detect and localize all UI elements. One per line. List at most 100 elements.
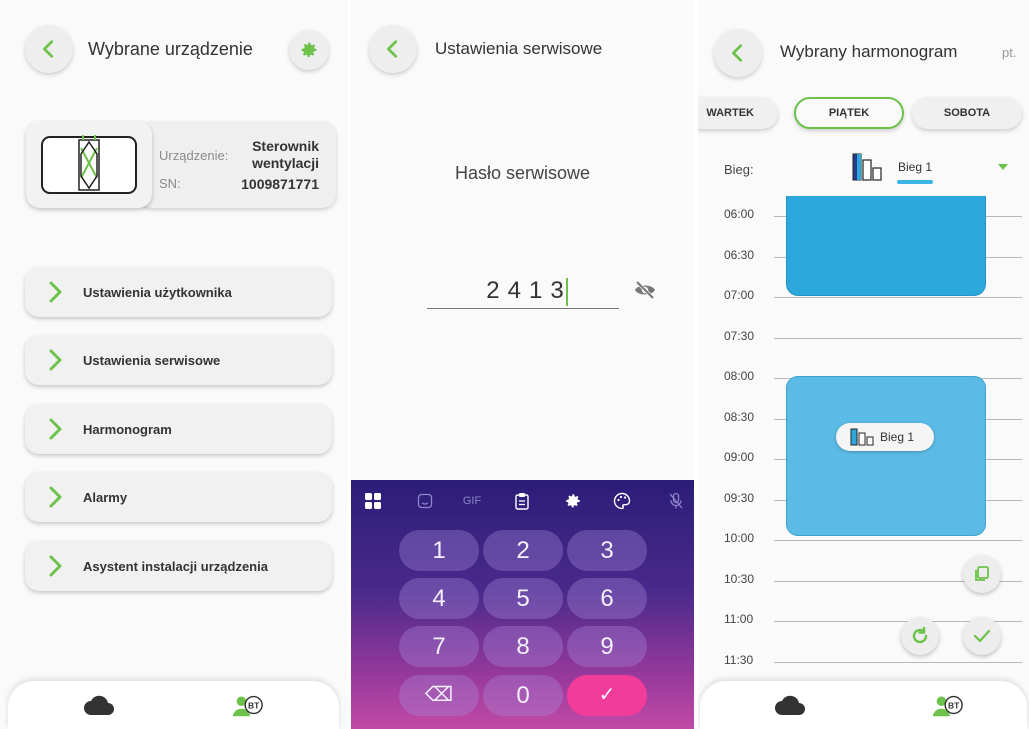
back-button[interactable]: [25, 25, 73, 73]
gear-dropdown[interactable]: Bieg 1: [852, 150, 1012, 186]
time-row: 11:30: [724, 653, 1024, 673]
time-label: 06:30: [724, 247, 755, 262]
cloud-icon: [84, 695, 114, 715]
schedule-block[interactable]: [786, 376, 986, 536]
gear-icon[interactable]: [561, 489, 585, 513]
bottom-nav-bar: BT: [8, 681, 339, 729]
gear-underline: [897, 180, 933, 184]
fan-level-icon: [852, 153, 882, 181]
back-button[interactable]: [714, 29, 762, 77]
menu-item-user-settings[interactable]: Ustawienia użytkownika: [25, 267, 332, 317]
key-backspace[interactable]: ⌫: [399, 675, 479, 716]
key-6[interactable]: 6: [567, 578, 647, 619]
time-row: 07:30: [724, 329, 1024, 349]
schedule-block[interactable]: [786, 196, 986, 296]
bottom-nav-bar: BT: [700, 681, 1027, 729]
tab-friday[interactable]: PIĄTEK: [794, 97, 904, 129]
chevron-left-icon: [43, 40, 54, 58]
time-label: 10:30: [724, 571, 755, 586]
page-title: Wybrany harmonogram: [780, 42, 958, 61]
cloud-button[interactable]: [774, 691, 806, 719]
key-4[interactable]: 4: [399, 578, 479, 619]
numeric-keyboard: GIF 1 2 3 4 5 6 7 8 9 ⌫ 0 ✓: [351, 480, 694, 729]
menu-item-installation-assistant[interactable]: Asystent instalacji urządzenia: [25, 541, 332, 591]
gif-button[interactable]: GIF: [457, 489, 487, 513]
menu-item-alarms[interactable]: Alarmy: [25, 472, 332, 522]
confirm-button[interactable]: [963, 617, 1001, 655]
key-9[interactable]: 9: [567, 626, 647, 667]
bluetooth-user-button[interactable]: BT: [232, 691, 264, 719]
key-5[interactable]: 5: [483, 578, 563, 619]
sn-label: SN:: [159, 176, 181, 191]
device-value-line1: Sterownik: [252, 138, 319, 154]
time-gridline: [774, 540, 1022, 541]
keyboard-toolbar: GIF: [351, 480, 694, 522]
menu-item-schedule[interactable]: Harmonogram: [25, 404, 332, 454]
device-value: Sterownik wentylacji: [252, 138, 319, 172]
key-2[interactable]: 2: [483, 530, 563, 571]
mic-off-icon[interactable]: [664, 489, 688, 513]
fan-level-icon: [850, 428, 874, 446]
password-value: 2413: [486, 277, 572, 304]
time-label: 09:30: [724, 490, 755, 505]
sticker-icon[interactable]: [413, 489, 437, 513]
time-label: 11:00: [724, 612, 754, 626]
check-icon: [973, 629, 991, 643]
time-gridline: [774, 337, 1022, 339]
key-7[interactable]: 7: [399, 626, 479, 667]
cloud-icon: [775, 695, 805, 715]
time-label: 07:00: [724, 288, 755, 302]
time-label: 11:30: [724, 652, 754, 667]
eye-off-icon[interactable]: [633, 278, 657, 302]
time-label: 08:00: [724, 369, 755, 383]
menu-item-label: Ustawienia użytkownika: [83, 284, 232, 300]
bluetooth-user-button[interactable]: BT: [932, 691, 964, 719]
device-info-card: Urządzenie: Sterownik wentylacji SN: 100…: [138, 121, 336, 208]
time-gridline: [774, 297, 1022, 298]
time-label: 07:30: [724, 328, 755, 343]
bt-badge: BT: [248, 700, 260, 710]
settings-button[interactable]: [289, 30, 329, 70]
user-bt-icon: BT: [232, 695, 263, 717]
tab-thursday[interactable]: WARTEK: [698, 97, 778, 129]
tab-saturday[interactable]: SOBOTA: [912, 97, 1022, 129]
chevron-right-icon: [49, 349, 62, 371]
cloud-button[interactable]: [83, 691, 115, 719]
schedule-block-label: Bieg 1: [836, 423, 934, 451]
sn-value: 1009871771: [241, 176, 319, 192]
palette-icon[interactable]: [610, 489, 634, 513]
bt-badge: BT: [948, 700, 960, 710]
time-label: 09:00: [724, 450, 755, 464]
refresh-button[interactable]: [901, 617, 939, 655]
gear-label: Bieg:: [724, 162, 754, 177]
grid-icon[interactable]: [361, 489, 385, 513]
time-gridline: [774, 661, 1022, 663]
back-button[interactable]: [369, 25, 417, 73]
chevron-right-icon: [49, 418, 62, 440]
gear-icon: [301, 42, 317, 58]
service-settings-screen: Ustawienia serwisowe Hasło serwisowe 241…: [351, 0, 694, 729]
device-value-line2: wentylacji: [252, 155, 319, 171]
menu-item-service-settings[interactable]: Ustawienia serwisowe: [25, 335, 332, 385]
chevron-left-icon: [732, 44, 743, 62]
time-label: 10:00: [724, 531, 755, 545]
device-image: [26, 121, 152, 208]
key-8[interactable]: 8: [483, 626, 563, 667]
key-1[interactable]: 1: [399, 530, 479, 571]
day-abbrev: pt.: [1002, 45, 1017, 60]
time-label: 06:00: [724, 207, 755, 221]
gear-value: Bieg 1: [898, 160, 933, 174]
menu-item-label: Ustawienia serwisowe: [83, 352, 221, 368]
key-3[interactable]: 3: [567, 530, 647, 571]
user-bt-icon: BT: [932, 695, 963, 717]
text-caret: [565, 277, 568, 306]
menu-item-label: Asystent instalacji urządzenia: [83, 558, 268, 574]
dropdown-arrow-icon: [998, 164, 1008, 170]
password-label: Hasło serwisowe: [454, 163, 591, 183]
key-0[interactable]: 0: [483, 675, 563, 716]
ventilation-unit-icon: [41, 134, 137, 194]
copy-button[interactable]: [963, 555, 1001, 593]
key-confirm[interactable]: ✓: [567, 675, 647, 716]
password-field[interactable]: 2413: [427, 273, 619, 309]
clipboard-icon[interactable]: [510, 489, 534, 513]
